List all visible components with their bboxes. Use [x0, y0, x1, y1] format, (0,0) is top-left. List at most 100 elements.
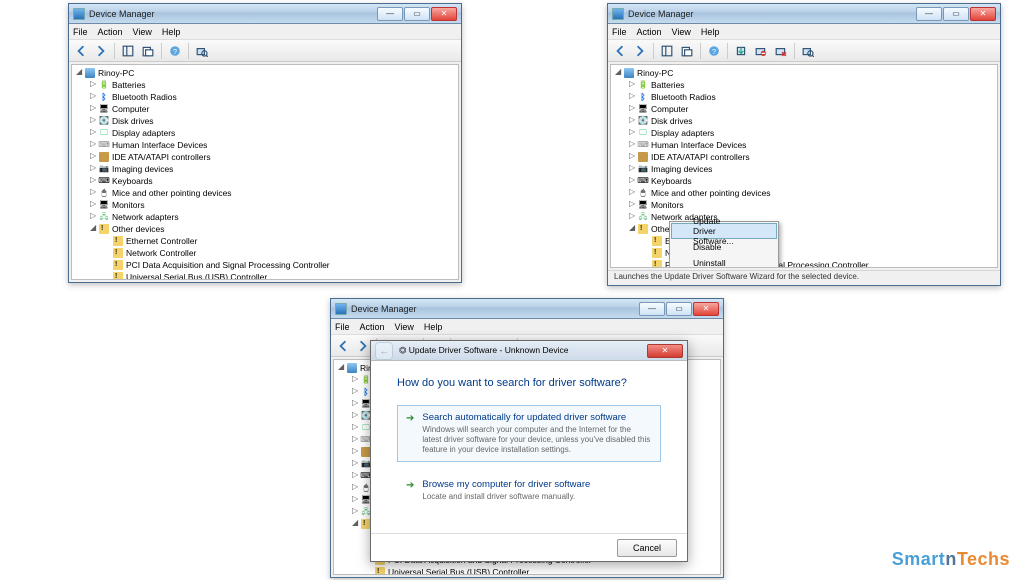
ctx-update-driver[interactable]: Update Driver Software...	[671, 223, 777, 239]
menu-file[interactable]: File	[73, 27, 88, 37]
scan-icon[interactable]	[800, 43, 816, 59]
title-bar[interactable]: Device Manager — ▭ ✕	[608, 4, 1000, 24]
status-bar: Launches the Update Driver Software Wiza…	[608, 270, 1000, 285]
close-button[interactable]: ✕	[431, 7, 457, 21]
tree-node[interactable]: ▷Computer	[615, 103, 993, 115]
option-browse[interactable]: ➔ Browse my computer for driver software…	[397, 472, 661, 509]
tree-node[interactable]: Universal Serial Bus (USB) Controller	[338, 566, 716, 575]
maximize-button[interactable]: ▭	[943, 7, 969, 21]
tree-root[interactable]: ◢Rinoy-PC	[76, 67, 454, 79]
help-icon[interactable]: ?	[167, 43, 183, 59]
tree-node[interactable]: ▷Mice and other pointing devices	[615, 187, 993, 199]
nav-forward-icon[interactable]	[632, 43, 648, 59]
menu-bar: File Action View Help	[331, 319, 723, 335]
close-button[interactable]: ✕	[693, 302, 719, 316]
tree-node[interactable]: PCI Data Acquisition and Signal Processi…	[76, 259, 454, 271]
wizard-back-icon: ←	[375, 342, 393, 360]
maximize-button[interactable]: ▭	[666, 302, 692, 316]
warn-icon	[113, 248, 123, 258]
tree-pane: ◢Rinoy-PC▷Batteries▷Bluetooth Radios▷Com…	[610, 64, 998, 268]
minimize-button[interactable]: —	[639, 302, 665, 316]
ctx-uninstall[interactable]: Uninstall	[671, 255, 777, 268]
menu-action[interactable]: Action	[637, 27, 662, 37]
disable-icon[interactable]	[753, 43, 769, 59]
tree-node[interactable]: ▷Monitors	[615, 199, 993, 211]
tree-node[interactable]: ▷Disk drives	[76, 115, 454, 127]
help-icon[interactable]: ?	[706, 43, 722, 59]
tree-label: Network Controller	[126, 247, 196, 259]
comp-icon	[99, 104, 109, 114]
uninstall-icon[interactable]	[773, 43, 789, 59]
warn-icon	[375, 567, 385, 575]
cancel-button[interactable]: Cancel	[617, 539, 677, 557]
tree-node[interactable]: ▷Human Interface Devices	[615, 139, 993, 151]
comp-icon	[638, 104, 648, 114]
show-hide-tree-icon[interactable]	[659, 43, 675, 59]
nav-back-icon[interactable]	[335, 338, 351, 354]
minimize-button[interactable]: —	[916, 7, 942, 21]
tree-label: Human Interface Devices	[651, 139, 746, 151]
tree-node[interactable]: ▷Network adapters	[76, 211, 454, 223]
svg-text:?: ?	[712, 47, 716, 56]
tree-node[interactable]: ▷Imaging devices	[76, 163, 454, 175]
tree-node[interactable]: Universal Serial Bus (USB) Controller	[76, 271, 454, 280]
computer-icon	[347, 363, 357, 373]
tree-node[interactable]: Ethernet Controller	[76, 235, 454, 247]
menu-action[interactable]: Action	[98, 27, 123, 37]
tree-node[interactable]: ▷Disk drives	[615, 115, 993, 127]
nav-back-icon[interactable]	[612, 43, 628, 59]
tree-node[interactable]: ▷Computer	[76, 103, 454, 115]
tree-node[interactable]: ◢Other devices	[76, 223, 454, 235]
properties-icon[interactable]	[140, 43, 156, 59]
menu-help[interactable]: Help	[701, 27, 720, 37]
computer-icon	[624, 68, 634, 78]
nav-forward-icon[interactable]	[93, 43, 109, 59]
menu-view[interactable]: View	[672, 27, 691, 37]
menu-file[interactable]: File	[612, 27, 627, 37]
update-driver-icon[interactable]	[733, 43, 749, 59]
menu-help[interactable]: Help	[424, 322, 443, 332]
tree-node[interactable]: ▷Mice and other pointing devices	[76, 187, 454, 199]
tree-node[interactable]: ▷Batteries	[76, 79, 454, 91]
minimize-button[interactable]: —	[377, 7, 403, 21]
tree-node[interactable]: ▷Human Interface Devices	[76, 139, 454, 151]
tree-node[interactable]: ▷Bluetooth Radios	[615, 91, 993, 103]
option-search-auto[interactable]: ➔ Search automatically for updated drive…	[397, 405, 661, 462]
tree-node[interactable]: Network Controller	[76, 247, 454, 259]
properties-icon[interactable]	[679, 43, 695, 59]
tree-label: IDE ATA/ATAPI controllers	[112, 151, 211, 163]
tree-node[interactable]: ▷Imaging devices	[615, 163, 993, 175]
wizard-title-bar[interactable]: ← ⏣ Update Driver Software - Unknown Dev…	[371, 341, 687, 361]
tree-node[interactable]: ▷Display adapters	[615, 127, 993, 139]
scan-icon[interactable]	[194, 43, 210, 59]
menu-file[interactable]: File	[335, 322, 350, 332]
wizard-question: How do you want to search for driver sof…	[397, 377, 661, 389]
tree-node[interactable]: ▷Bluetooth Radios	[76, 91, 454, 103]
tree-node[interactable]: ▷Keyboards	[615, 175, 993, 187]
tree-node[interactable]: ▷IDE ATA/ATAPI controllers	[615, 151, 993, 163]
tree-node[interactable]: ▷Display adapters	[76, 127, 454, 139]
tree-node[interactable]: ▷Batteries	[615, 79, 993, 91]
title-bar[interactable]: Device Manager — ▭ ✕	[331, 299, 723, 319]
tree-root[interactable]: ◢Rinoy-PC	[615, 67, 993, 79]
tree-node[interactable]: ▷Monitors	[76, 199, 454, 211]
nav-forward-icon[interactable]	[355, 338, 371, 354]
toolbar: ?	[69, 40, 461, 62]
title-bar[interactable]: Device Manager — ▭ ✕	[69, 4, 461, 24]
menu-action[interactable]: Action	[360, 322, 385, 332]
nav-back-icon[interactable]	[73, 43, 89, 59]
warn-icon	[638, 224, 648, 234]
tree-label: Display adapters	[112, 127, 175, 139]
menu-help[interactable]: Help	[162, 27, 181, 37]
arrow-right-icon: ➔	[406, 413, 414, 455]
menu-view[interactable]: View	[395, 322, 414, 332]
show-hide-tree-icon[interactable]	[120, 43, 136, 59]
maximize-button[interactable]: ▭	[404, 7, 430, 21]
tree-node[interactable]: ▷Keyboards	[76, 175, 454, 187]
option-sub: Locate and install driver software manua…	[422, 492, 590, 502]
disp-icon	[99, 128, 109, 138]
wizard-close-button[interactable]: ✕	[647, 344, 683, 358]
tree-node[interactable]: ▷IDE ATA/ATAPI controllers	[76, 151, 454, 163]
close-button[interactable]: ✕	[970, 7, 996, 21]
menu-view[interactable]: View	[133, 27, 152, 37]
